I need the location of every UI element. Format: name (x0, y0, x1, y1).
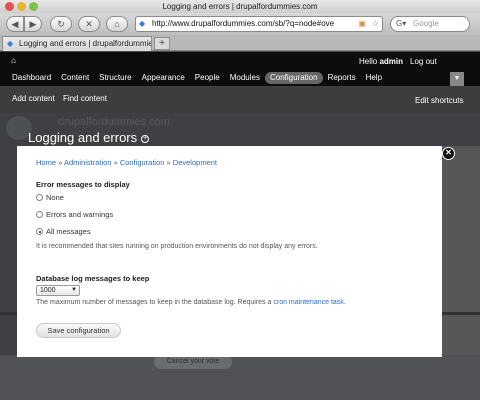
window-title: Logging and errors | drupalfordummies.co… (162, 2, 318, 11)
search-field[interactable]: G▾ Google (390, 16, 470, 32)
tab-label: Logging and errors | drupalfordummies.co… (19, 39, 152, 48)
admin-home-icon[interactable]: ⌂ (11, 56, 16, 65)
menu-item-configuration[interactable]: Configuration (264, 72, 323, 84)
overlay-title-text: Logging and errors (28, 130, 138, 145)
site-name: drupalfordummies.com (58, 116, 170, 128)
shortcut-add-content[interactable]: Add content (12, 94, 55, 103)
log-count-select[interactable]: 1000 ▼ (36, 285, 80, 296)
log-description-text: The maximum number of messages to keep i… (36, 299, 274, 306)
site-favicon-icon: ◆ (139, 19, 146, 28)
shortcut-bar: Add content Find content Edit shortcuts (0, 86, 480, 113)
menu-item-reports[interactable]: Reports (323, 72, 361, 84)
radio-button[interactable] (36, 211, 43, 218)
radio-button-selected[interactable] (36, 228, 43, 235)
close-icon[interactable]: ✕ (442, 147, 455, 160)
breadcrumb-separator: » (111, 158, 120, 167)
radio-label: Errors and warnings (46, 210, 114, 219)
tab-favicon-icon: ◆ (7, 39, 14, 48)
forward-button[interactable]: ▶ (24, 16, 42, 32)
breadcrumb-development[interactable]: Development (173, 158, 217, 167)
menu-item-people[interactable]: People (190, 72, 225, 84)
menu-item-dashboard[interactable]: Dashboard (12, 72, 56, 84)
shortcut-find-content[interactable]: Find content (63, 94, 107, 103)
log-description-end: . (343, 299, 346, 306)
overlay-title: Logging and errors + (28, 130, 150, 145)
tab-bar: ◆ Logging and errors | drupalfordummies.… (0, 35, 480, 51)
stop-button[interactable]: ✕ (78, 16, 100, 32)
menu-item-content[interactable]: Content (56, 72, 94, 84)
breadcrumb-separator: » (56, 158, 64, 167)
log-count-value: 1000 (40, 287, 56, 294)
radio-option-all-messages[interactable]: All messages (36, 227, 91, 236)
shortcuts-toggle-icon[interactable]: ▼ (450, 72, 464, 86)
breadcrumb: Home » Administration » Configuration » … (36, 158, 217, 167)
address-url: http://www.drupalfordummies.com/sb/?q=no… (152, 19, 335, 28)
background-content (0, 355, 480, 400)
breadcrumb-administration[interactable]: Administration (64, 158, 112, 167)
search-engine-icon[interactable]: G▾ (396, 17, 406, 31)
error-messages-heading: Error messages to display (36, 180, 130, 189)
home-button[interactable]: ⌂ (106, 16, 128, 32)
menu-item-help[interactable]: Help (361, 72, 387, 84)
rss-icon[interactable]: ▣ (358, 17, 366, 31)
radio-option-none[interactable]: None (36, 193, 64, 202)
browser-toolbar: ◀ ▶ ↻ ✕ ⌂ ◆ http://www.drupalfordummies.… (0, 13, 480, 35)
address-bar[interactable]: ◆ http://www.drupalfordummies.com/sb/?q=… (135, 16, 383, 32)
greeting: Hello admin (359, 57, 403, 66)
log-description: The maximum number of messages to keep i… (36, 299, 346, 306)
tab-logging-errors[interactable]: ◆ Logging and errors | drupalfordummies.… (2, 36, 152, 51)
radio-label: None (46, 193, 64, 202)
zoom-window-icon[interactable] (29, 2, 38, 11)
admin-menu: Dashboard Content Structure Appearance P… (12, 72, 387, 84)
back-button[interactable]: ◀ (6, 16, 24, 32)
save-configuration-button[interactable]: Save configuration (36, 323, 121, 338)
cancel-vote-button: Cancel your vote (154, 355, 232, 369)
minimize-window-icon[interactable] (17, 2, 26, 11)
add-shortcut-icon[interactable]: + (141, 134, 150, 143)
admin-toolbar: ⌂ Hello admin Log out Dashboard Content … (0, 52, 480, 86)
breadcrumb-home[interactable]: Home (36, 158, 56, 167)
search-placeholder: Google (413, 19, 439, 28)
radio-option-errors-warnings[interactable]: Errors and warnings (36, 210, 113, 219)
chevron-down-icon: ▼ (71, 287, 77, 293)
breadcrumb-configuration[interactable]: Configuration (120, 158, 165, 167)
edit-shortcuts-link[interactable]: Edit shortcuts (415, 96, 463, 105)
close-window-icon[interactable] (5, 2, 14, 11)
greeting-prefix: Hello (359, 57, 380, 66)
log-messages-heading: Database log messages to keep (36, 274, 150, 283)
breadcrumb-separator: » (164, 158, 173, 167)
menu-item-structure[interactable]: Structure (94, 72, 136, 84)
error-description: It is recommended that sites running on … (36, 243, 318, 250)
bookmark-star-icon[interactable]: ☆ (372, 17, 379, 31)
menu-item-appearance[interactable]: Appearance (137, 72, 190, 84)
radio-button[interactable] (36, 194, 43, 201)
menu-item-modules[interactable]: Modules (225, 72, 265, 84)
radio-label: All messages (46, 227, 91, 236)
logout-link[interactable]: Log out (410, 57, 437, 66)
window-titlebar: Logging and errors | drupalfordummies.co… (0, 0, 480, 13)
new-tab-button[interactable]: + (154, 37, 170, 50)
cron-task-link[interactable]: cron maintenance task (273, 299, 343, 306)
greeting-user[interactable]: admin (379, 57, 403, 66)
reload-button[interactable]: ↻ (50, 16, 72, 32)
